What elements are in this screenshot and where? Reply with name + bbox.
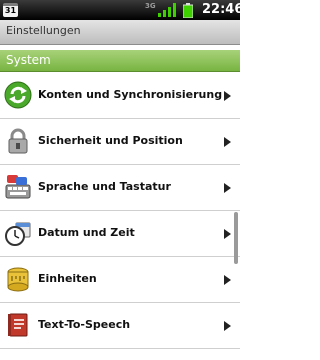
speech-icon — [8, 313, 28, 337]
lock-icon — [8, 128, 28, 154]
signal-icon — [158, 3, 176, 17]
network-type: 3G — [145, 2, 156, 10]
calendar-icon: 31 — [3, 3, 18, 17]
chevron-right-icon — [224, 229, 231, 239]
settings-item-units[interactable]: Einheiten — [0, 257, 240, 303]
chevron-right-icon — [224, 137, 231, 147]
chevron-right-icon — [224, 275, 231, 285]
settings-list: Konten und Synchronisierung Sicherheit u… — [0, 73, 240, 349]
settings-item-label: Datum und Zeit — [38, 226, 135, 239]
settings-item-date-time[interactable]: Datum und Zeit — [0, 211, 240, 257]
scrollbar[interactable] — [234, 212, 238, 264]
chevron-right-icon — [224, 183, 231, 193]
settings-item-label: Text-To-Speech — [38, 318, 131, 331]
settings-item-label: Sprache und Tastatur — [38, 180, 171, 193]
settings-item-label: Konten und Synchronisierung — [38, 88, 223, 101]
title-bar: Einstellungen — [0, 20, 240, 45]
settings-item-accounts-sync[interactable]: Konten und Synchronisierung — [0, 73, 240, 119]
settings-item-label: Einheiten — [38, 272, 97, 285]
sync-icon — [4, 81, 32, 109]
status-bar: 31 3G 22:46 — [0, 0, 244, 20]
settings-item-text-to-speech[interactable]: Text-To-Speech — [0, 303, 240, 349]
page-title: Einstellungen — [6, 24, 81, 37]
keyboard-icon — [5, 175, 31, 199]
ruler-icon — [7, 267, 29, 292]
clock-time: 22:46 — [202, 2, 244, 17]
clock-icon — [5, 222, 31, 246]
settings-item-language-keyboard[interactable]: Sprache und Tastatur — [0, 165, 240, 211]
calendar-day: 31 — [4, 6, 17, 15]
chevron-right-icon — [224, 321, 231, 331]
settings-item-label: Sicherheit und Position — [38, 134, 183, 147]
chevron-right-icon — [224, 91, 231, 101]
settings-item-security-location[interactable]: Sicherheit und Position — [0, 119, 240, 165]
section-header-system: System — [0, 50, 240, 72]
section-title: System — [6, 53, 51, 67]
battery-icon — [183, 3, 193, 18]
